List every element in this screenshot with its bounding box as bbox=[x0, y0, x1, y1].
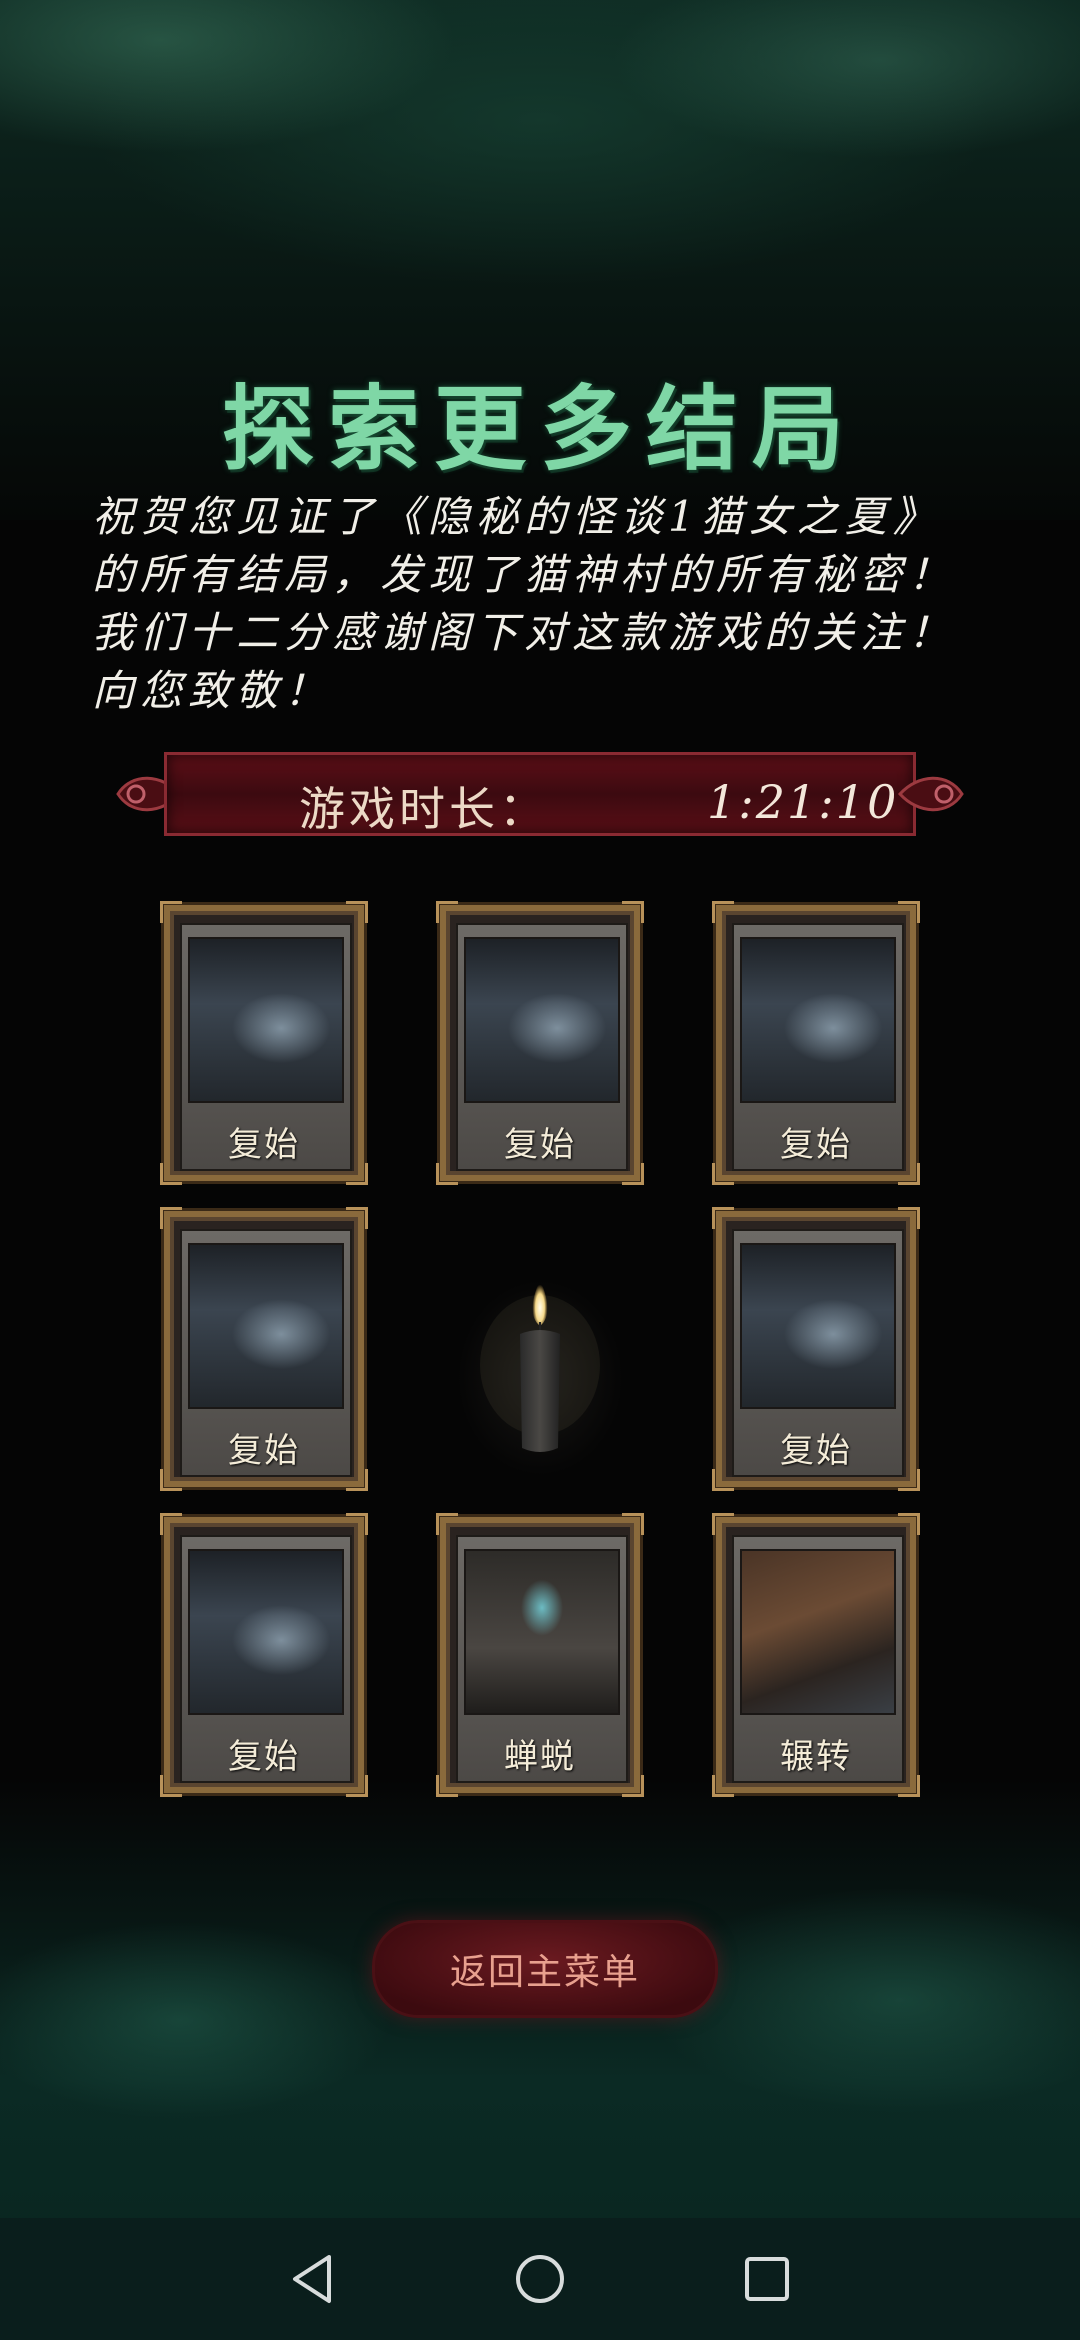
playtime-label: 游戏时长： bbox=[299, 782, 549, 836]
banner-right-ornament bbox=[898, 776, 964, 812]
ending-card[interactable]: 复始 bbox=[712, 901, 920, 1185]
bottom-mist-background bbox=[0, 1780, 1080, 2260]
recents-square-icon bbox=[744, 2257, 789, 2301]
ending-label: 复始 bbox=[780, 1431, 852, 1471]
playtime-value: 1:21:10 bbox=[707, 775, 899, 829]
candle-center bbox=[422, 1210, 658, 1490]
ending-label: 复始 bbox=[228, 1125, 300, 1165]
back-triangle-icon bbox=[293, 2255, 332, 2303]
misty-forest-icon bbox=[188, 1243, 344, 1409]
ending-label: 复始 bbox=[780, 1125, 852, 1165]
ending-label: 复始 bbox=[504, 1125, 576, 1165]
ending-card[interactable]: 复始 bbox=[160, 1513, 368, 1797]
misty-forest-icon bbox=[740, 937, 896, 1103]
system-navigation-bar bbox=[0, 2218, 1080, 2340]
recents-button[interactable] bbox=[737, 2249, 797, 2309]
ending-card[interactable]: 蝉蜕 bbox=[436, 1513, 644, 1797]
open-book-icon bbox=[740, 1549, 896, 1715]
ending-card[interactable]: 复始 bbox=[160, 901, 368, 1185]
back-button[interactable] bbox=[283, 2249, 343, 2309]
candle-icon bbox=[480, 1280, 600, 1452]
playtime-banner-body: 游戏时长： 1:21:10 bbox=[164, 752, 916, 836]
return-main-menu-button[interactable]: 返回主菜单 bbox=[372, 1920, 718, 2018]
ending-card[interactable]: 复始 bbox=[160, 1207, 368, 1491]
playtime-banner: 游戏时长： 1:21:10 bbox=[112, 748, 968, 840]
page-title: 探索更多结局 bbox=[221, 375, 858, 483]
ending-label: 复始 bbox=[228, 1737, 300, 1777]
misty-forest-icon bbox=[740, 1243, 896, 1409]
misty-forest-icon bbox=[188, 937, 344, 1103]
ending-card[interactable]: 辗转 bbox=[712, 1513, 920, 1797]
ending-card[interactable]: 复始 bbox=[436, 901, 644, 1185]
home-circle-icon bbox=[515, 2255, 564, 2303]
ending-card[interactable]: 复始 bbox=[712, 1207, 920, 1491]
home-button[interactable] bbox=[510, 2249, 570, 2309]
ending-label: 辗转 bbox=[780, 1737, 852, 1777]
ending-label: 复始 bbox=[228, 1431, 300, 1471]
congratulation-message: 祝贺您见证了《隐秘的怪谈1猫女之夏》的所有结局，发现了猫神村的所有秘密！我们十二… bbox=[92, 492, 957, 715]
misty-forest-icon bbox=[188, 1549, 344, 1715]
armor-figure-icon bbox=[464, 1549, 620, 1715]
ending-label: 蝉蜕 bbox=[504, 1737, 576, 1777]
misty-forest-icon bbox=[464, 937, 620, 1103]
endings-grid: 复始 复始 复始 复始 复始 复始 蝉蜕 辗转 bbox=[160, 901, 920, 1797]
